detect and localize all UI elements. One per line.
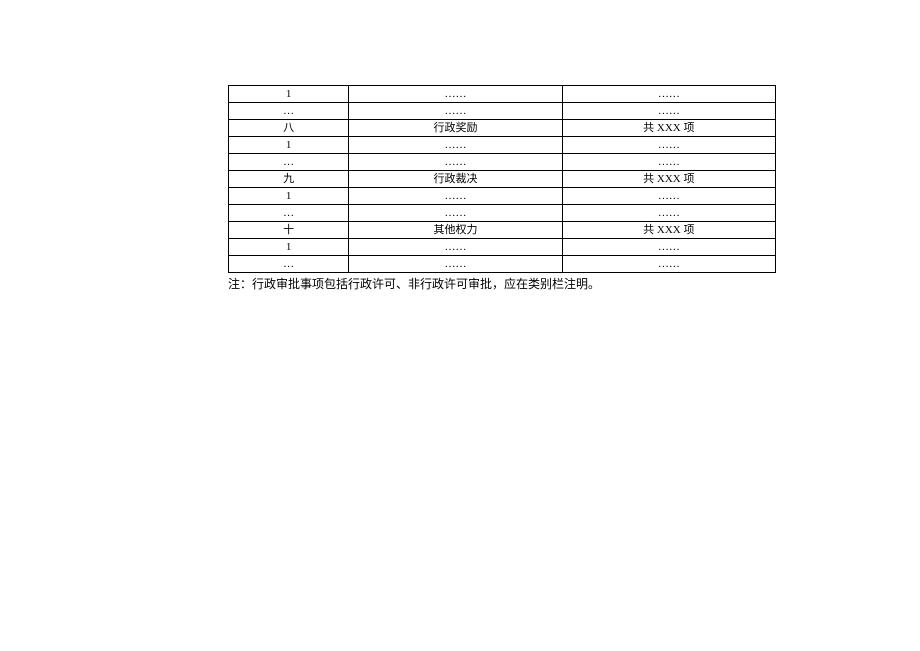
index-cell: 1 [229, 239, 349, 256]
table-row: 九 行政裁决 共 XXX 项 [229, 171, 776, 188]
category-cell: …… [349, 256, 562, 273]
count-cell: …… [562, 86, 775, 103]
index-cell: 1 [229, 86, 349, 103]
table-row: 1 …… …… [229, 188, 776, 205]
index-cell: 1 [229, 188, 349, 205]
index-cell: … [229, 205, 349, 222]
index-cell: 1 [229, 137, 349, 154]
count-cell: …… [562, 205, 775, 222]
count-cell: …… [562, 239, 775, 256]
category-cell: 行政奖励 [349, 120, 562, 137]
count-cell: …… [562, 103, 775, 120]
power-items-table: 1 …… …… … …… …… 八 行政奖励 共 XXX 项 1 …… …… … [228, 85, 776, 273]
table-row: 1 …… …… [229, 137, 776, 154]
count-cell: 共 XXX 项 [562, 171, 775, 188]
index-cell: … [229, 103, 349, 120]
table-row: 八 行政奖励 共 XXX 项 [229, 120, 776, 137]
category-cell: …… [349, 205, 562, 222]
table-row: 1 …… …… [229, 86, 776, 103]
table-body: 1 …… …… … …… …… 八 行政奖励 共 XXX 项 1 …… …… … [229, 86, 776, 273]
index-cell: … [229, 256, 349, 273]
count-cell: …… [562, 256, 775, 273]
category-cell: …… [349, 103, 562, 120]
category-cell: …… [349, 137, 562, 154]
index-cell: 九 [229, 171, 349, 188]
count-cell: 共 XXX 项 [562, 222, 775, 239]
category-cell: 行政裁决 [349, 171, 562, 188]
table-row: … …… …… [229, 205, 776, 222]
content-container: 1 …… …… … …… …… 八 行政奖励 共 XXX 项 1 …… …… … [228, 85, 776, 293]
table-row: 十 其他权力 共 XXX 项 [229, 222, 776, 239]
table-row: … …… …… [229, 256, 776, 273]
index-cell: … [229, 154, 349, 171]
table-row: … …… …… [229, 103, 776, 120]
count-cell: 共 XXX 项 [562, 120, 775, 137]
table-row: … …… …… [229, 154, 776, 171]
table-row: 1 …… …… [229, 239, 776, 256]
category-cell: …… [349, 239, 562, 256]
category-cell: …… [349, 154, 562, 171]
count-cell: …… [562, 188, 775, 205]
count-cell: …… [562, 154, 775, 171]
footnote: 注：行政审批事项包括行政许可、非行政许可审批，应在类别栏注明。 [228, 275, 776, 293]
category-cell: 其他权力 [349, 222, 562, 239]
category-cell: …… [349, 86, 562, 103]
category-cell: …… [349, 188, 562, 205]
index-cell: 十 [229, 222, 349, 239]
index-cell: 八 [229, 120, 349, 137]
count-cell: …… [562, 137, 775, 154]
